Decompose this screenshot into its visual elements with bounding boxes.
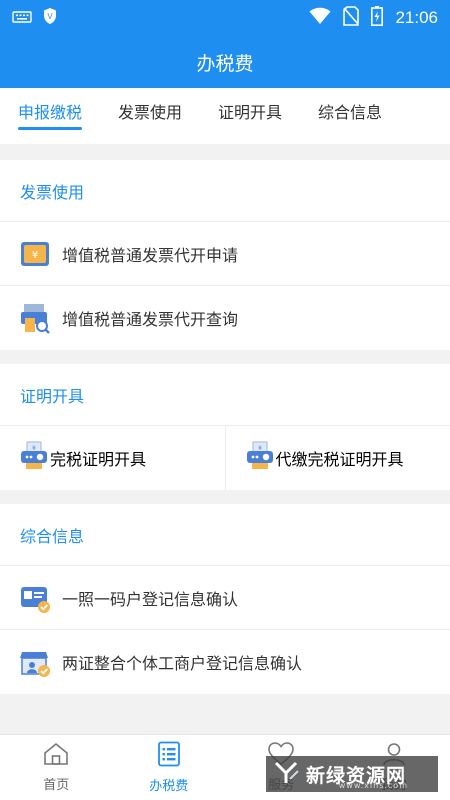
section-invoice: 发票使用 ¥ 增值税普通发票代开申请 增值税普通发票代开查询 [0, 160, 450, 350]
nav-tax[interactable]: 办税费 [113, 735, 226, 800]
page-title: 办税费 [196, 52, 254, 75]
item-label: 增值税普通发票代开查询 [62, 310, 239, 329]
svg-text:¥: ¥ [32, 250, 38, 261]
home-icon [43, 742, 69, 770]
no-sim-icon [343, 6, 360, 30]
shop-confirm-icon [18, 645, 52, 679]
invoice-apply-icon: ¥ [18, 237, 52, 271]
section-certificate: 证明开具 ¥ 完税证明开具 ¥ 代缴完税证明开具 [0, 364, 450, 490]
item-label: 代缴完税证明开具 [275, 450, 404, 469]
shield-icon: V [42, 7, 58, 29]
tab-general-info[interactable]: 综合信息 [310, 88, 390, 144]
tab-declare-pay[interactable]: 申报缴税 [10, 88, 90, 144]
keyboard-icon [12, 9, 32, 28]
tab-certificate[interactable]: 证明开具 [210, 88, 290, 144]
tab-bar: 申报缴税 发票使用 证明开具 综合信息 [0, 88, 450, 144]
tax-certificate-icon: ¥ [18, 440, 50, 476]
item-label: 一照一码户登记信息确认 [62, 589, 239, 609]
status-time: 21:06 [395, 8, 438, 27]
invoice-query-item[interactable]: 增值税普通发票代开查询 [0, 286, 450, 350]
shop-confirm-item[interactable]: 两证整合个体工商户登记信息确认 [0, 630, 450, 694]
item-label: 完税证明开具 [50, 450, 147, 469]
proxy-certificate-item[interactable]: ¥ 代缴完税证明开具 [224, 426, 450, 490]
svg-text:¥: ¥ [32, 445, 36, 452]
watermark-url: www.xlhs.com [338, 781, 408, 790]
nav-home[interactable]: 首页 [0, 735, 113, 800]
tax-certificate-item[interactable]: ¥ 完税证明开具 [0, 426, 225, 490]
section-title: 证明开具 [0, 364, 450, 426]
header: 办税费 [0, 36, 450, 88]
license-confirm-icon [18, 581, 52, 615]
svg-text:V: V [47, 12, 53, 21]
invoice-apply-item[interactable]: ¥ 增值税普通发票代开申请 [0, 222, 450, 286]
section-title: 发票使用 [0, 160, 450, 222]
list-icon [157, 741, 181, 771]
license-confirm-item[interactable]: 一照一码户登记信息确认 [0, 566, 450, 630]
battery-charging-icon [371, 6, 384, 30]
status-bar: V 21:06 [0, 0, 450, 36]
wifi-icon [309, 7, 331, 29]
tab-invoice-use[interactable]: 发票使用 [110, 88, 190, 144]
nav-label: 首页 [43, 778, 70, 793]
watermark: 新绿资源网 www.xlhs.com [266, 756, 438, 792]
nav-label: 办税费 [149, 779, 189, 794]
proxy-certificate-icon: ¥ [244, 440, 276, 476]
watermark-logo-icon [274, 759, 300, 789]
svg-text:¥: ¥ [258, 445, 262, 452]
section-general-info: 综合信息 一照一码户登记信息确认 两证整合个体工商户登记信息确认 [0, 504, 450, 694]
item-label: 两证整合个体工商户登记信息确认 [62, 654, 303, 673]
section-title: 综合信息 [0, 504, 450, 566]
item-label: 增值税普通发票代开申请 [62, 245, 239, 265]
invoice-query-icon [18, 301, 52, 335]
